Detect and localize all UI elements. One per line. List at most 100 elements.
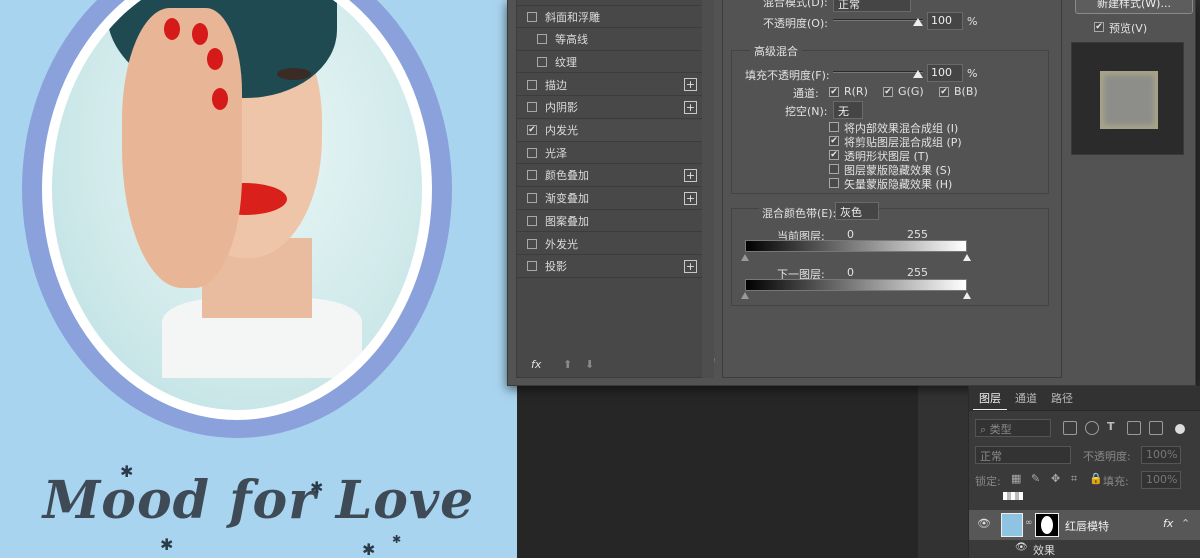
style-item-checkbox[interactable]: [527, 79, 537, 90]
channel-b-checkbox[interactable]: ✔: [939, 87, 949, 97]
preview-label: 预览(V): [1109, 22, 1148, 35]
add-effect-icon[interactable]: +: [684, 259, 697, 273]
tab-layers[interactable]: 图层: [973, 388, 1007, 410]
this-layer-white-slider[interactable]: [963, 254, 971, 261]
lock-image-icon[interactable]: ✎: [1031, 472, 1040, 485]
advanced-option-checkbox[interactable]: [829, 178, 839, 188]
style-item-checkbox[interactable]: [527, 102, 537, 113]
mask-shape: [1041, 516, 1053, 534]
style-item-checkbox[interactable]: [537, 56, 547, 67]
lock-position-icon[interactable]: ✥: [1051, 472, 1060, 485]
smart-object-filter-icon[interactable]: [1149, 421, 1163, 435]
this-layer-gradient[interactable]: [745, 240, 967, 252]
artwork-canvas[interactable]: Mood for Love ✱ ✱ ✱ ✱ ✱: [0, 0, 517, 558]
style-item[interactable]: 内阴影 +: [517, 97, 707, 119]
layer-row[interactable]: 👁 ∞ 红唇模特 fx ⌃: [969, 510, 1200, 540]
layer-fill-input[interactable]: 100%: [1141, 471, 1181, 489]
image-filter-icon[interactable]: [1063, 421, 1077, 435]
move-up-icon[interactable]: ⬆: [563, 358, 572, 371]
this-layer-black-slider[interactable]: [741, 254, 749, 261]
eye-icon[interactable]: 👁: [977, 517, 991, 530]
search-icon: ⌕: [980, 423, 990, 436]
style-item[interactable]: 等高线: [517, 29, 707, 51]
filter-toggle-icon[interactable]: [1175, 424, 1185, 434]
channel-r-checkbox[interactable]: ✔: [829, 87, 839, 97]
blend-mode-select[interactable]: 正常: [833, 0, 911, 12]
tab-channels[interactable]: 通道: [1009, 388, 1043, 410]
layer-thumbnail[interactable]: [1001, 513, 1023, 537]
style-item[interactable]: 渐变叠加 +: [517, 188, 707, 210]
move-down-icon[interactable]: ⬇: [585, 358, 594, 371]
style-item[interactable]: 图案叠加: [517, 210, 707, 233]
tab-paths[interactable]: 路径: [1045, 388, 1079, 410]
fill-opacity-slider-thumb[interactable]: [913, 70, 923, 78]
underlying-gradient[interactable]: [745, 279, 967, 291]
style-item-checkbox[interactable]: ✔: [527, 125, 537, 135]
effects-eye-icon[interactable]: 👁: [1015, 542, 1028, 553]
layer-fx-icon[interactable]: fx: [1163, 517, 1173, 530]
list-scrollbar[interactable]: [702, 0, 714, 378]
filter-kind-select[interactable]: ⌕ 类型: [975, 419, 1051, 437]
fill-opacity-input[interactable]: 100: [927, 64, 963, 82]
style-item[interactable]: 纹理: [517, 51, 707, 74]
style-item-checkbox[interactable]: [527, 261, 537, 272]
advanced-option-checkbox[interactable]: [829, 122, 839, 132]
new-style-button[interactable]: 新建样式(W)...: [1075, 0, 1193, 14]
layer-opacity-input[interactable]: 100%: [1141, 446, 1181, 464]
layer-blend-mode-select[interactable]: 正常: [975, 446, 1071, 464]
knockout-value: 无: [838, 105, 849, 118]
blend-if-select[interactable]: 灰色: [835, 202, 879, 220]
style-item[interactable]: 光泽: [517, 142, 707, 165]
lock-artboard-icon[interactable]: ⌗: [1071, 472, 1077, 486]
style-item-checkbox[interactable]: [527, 147, 537, 158]
underlying-white-slider[interactable]: [963, 292, 971, 299]
advanced-blending-title: 高级混合: [750, 43, 802, 59]
style-item-label: 内阴影: [545, 101, 578, 115]
advanced-option-checkbox[interactable]: [829, 164, 839, 174]
style-item-checkbox[interactable]: [537, 34, 547, 45]
opacity-slider[interactable]: [833, 19, 923, 21]
style-item-checkbox[interactable]: [527, 193, 537, 204]
blending-options-pane: 混合模式(D): 正常 不透明度(O): 100 % 高级混合 填充不透明度(F…: [722, 0, 1062, 378]
list-footer: fx ⬆ ⬇ 🗑: [525, 352, 717, 378]
advanced-option-checkbox[interactable]: ✔: [829, 150, 839, 160]
underlying-black-slider[interactable]: [741, 292, 749, 299]
style-item[interactable]: 斜面和浮雕: [517, 6, 707, 28]
lock-all-icon[interactable]: 🔒: [1089, 472, 1103, 485]
layer-mask-thumbnail[interactable]: [1035, 513, 1059, 537]
add-effect-icon[interactable]: +: [684, 191, 697, 205]
preview-checkbox[interactable]: ✔: [1094, 22, 1104, 32]
advanced-option-checkbox[interactable]: ✔: [829, 136, 839, 146]
underlying-max: 255: [907, 266, 928, 279]
style-item[interactable]: ✔ 内发光: [517, 119, 707, 142]
panel-edge: [1196, 0, 1200, 386]
add-effect-icon[interactable]: +: [684, 78, 697, 92]
add-effect-icon[interactable]: +: [684, 168, 697, 182]
style-item[interactable]: 投影 +: [517, 256, 707, 278]
snowflake-icon: ✱: [120, 462, 134, 481]
knockout-select[interactable]: 无: [833, 101, 863, 119]
opacity-input[interactable]: 100: [927, 12, 963, 30]
collapse-effects-icon[interactable]: ⌃: [1181, 517, 1190, 530]
add-effect-icon[interactable]: +: [684, 100, 697, 114]
style-item-checkbox[interactable]: [527, 170, 537, 181]
effects-row[interactable]: 👁 效果: [969, 540, 1200, 558]
shape-filter-icon[interactable]: [1127, 421, 1141, 435]
style-item[interactable]: 描边 +: [517, 74, 707, 97]
lock-transparent-icon[interactable]: ▦: [1011, 472, 1021, 485]
style-item-checkbox[interactable]: [527, 215, 537, 226]
style-item[interactable]: 颜色叠加 +: [517, 165, 707, 187]
opacity-slider-thumb[interactable]: [913, 18, 923, 26]
style-item[interactable]: 外发光: [517, 233, 707, 255]
nail: [164, 18, 180, 40]
style-item-checkbox[interactable]: [527, 11, 537, 22]
style-item-checkbox[interactable]: [527, 238, 537, 249]
link-icon[interactable]: ∞: [1025, 518, 1033, 528]
opacity-label: 不透明度(O):: [763, 17, 828, 30]
fx-button[interactable]: fx: [531, 358, 541, 371]
channel-g-checkbox[interactable]: ✔: [883, 87, 893, 97]
type-filter-icon[interactable]: T: [1107, 420, 1115, 433]
adjustment-filter-icon[interactable]: [1085, 421, 1099, 435]
fill-opacity-slider[interactable]: [833, 71, 923, 73]
layer-name[interactable]: 红唇模特: [1065, 518, 1109, 534]
